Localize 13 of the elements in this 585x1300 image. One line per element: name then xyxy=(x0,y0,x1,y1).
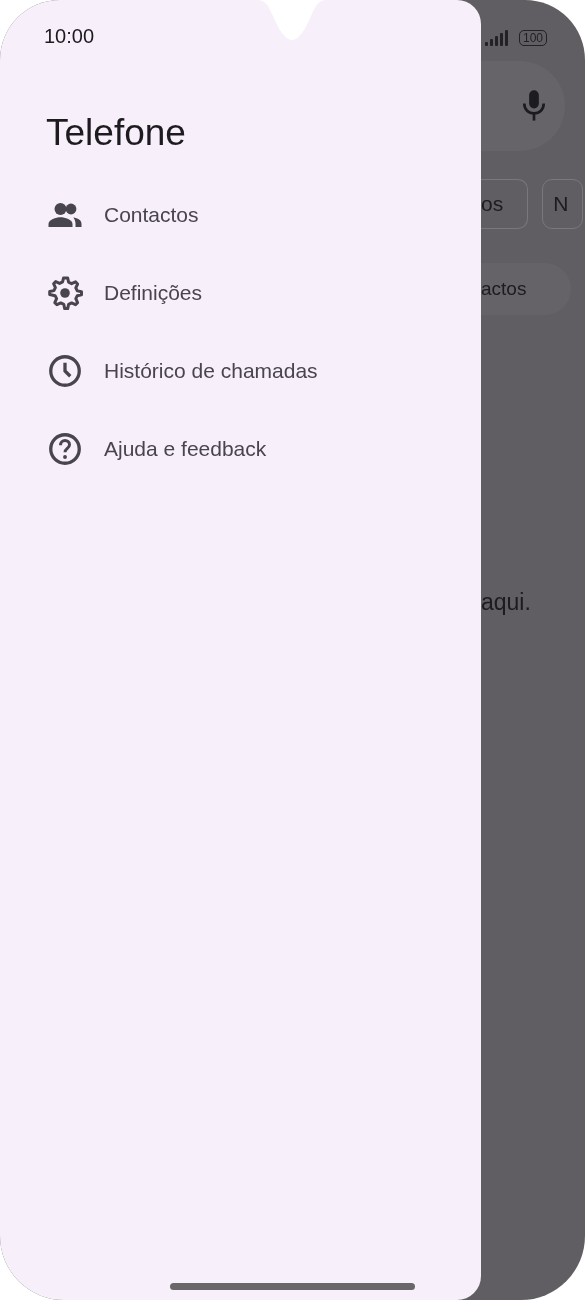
settings-icon xyxy=(47,275,83,311)
empty-message: aqui. xyxy=(481,589,532,616)
search-bar[interactable] xyxy=(481,61,565,151)
drawer-item[interactable]: Contactos xyxy=(0,176,481,254)
help-icon xyxy=(47,431,83,467)
clock-icon xyxy=(47,353,83,389)
drawer-item[interactable]: Ajuda e feedback xyxy=(0,410,481,488)
drawer-item[interactable]: Histórico de chamadas xyxy=(0,332,481,410)
drawer-item[interactable]: Definições xyxy=(0,254,481,332)
status-time: 10:00 xyxy=(44,25,95,49)
drawer-title: Telefone xyxy=(46,112,187,154)
signal-icon xyxy=(485,30,511,46)
battery-indicator: 100 xyxy=(519,30,548,46)
